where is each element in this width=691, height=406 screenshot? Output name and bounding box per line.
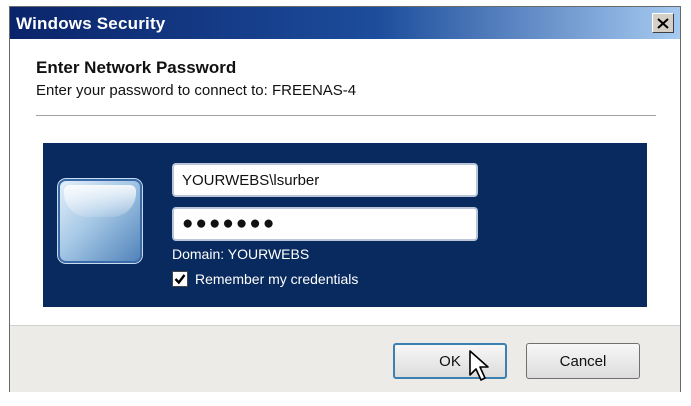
close-button[interactable]: [652, 13, 674, 33]
separator: [36, 115, 656, 116]
password-field[interactable]: [172, 207, 478, 241]
dialog-heading: Enter Network Password: [36, 58, 237, 77]
cancel-button[interactable]: Cancel: [526, 343, 640, 379]
checkmark-icon: [174, 274, 186, 285]
remember-checkbox[interactable]: [172, 271, 188, 287]
credential-panel: Domain: YOURWEBS Remember my credentials: [43, 143, 647, 307]
button-bar: OK Cancel: [10, 325, 680, 392]
user-tile-icon: [58, 179, 142, 263]
mouse-pointer-icon: [469, 350, 489, 381]
window-title: Windows Security: [16, 14, 166, 33]
remember-credentials[interactable]: Remember my credentials: [172, 271, 358, 287]
remember-label: Remember my credentials: [195, 271, 359, 287]
dialog-subheading: Enter your password to connect to: FREEN…: [36, 82, 357, 99]
windows-security-dialog: Windows Security Enter Network Password …: [9, 6, 681, 392]
domain-label: Domain: YOURWEBS: [172, 246, 310, 262]
username-field[interactable]: [172, 163, 478, 197]
close-icon: [657, 17, 669, 29]
title-bar[interactable]: Windows Security: [10, 7, 680, 39]
